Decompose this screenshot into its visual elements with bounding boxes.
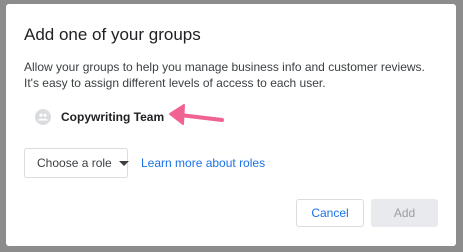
group-name: Copywriting Team [61, 110, 165, 124]
dialog-description: Allow your groups to help you manage bus… [24, 60, 425, 90]
cancel-button[interactable]: Cancel [296, 199, 364, 227]
group-selector[interactable]: Copywriting Team [35, 107, 183, 127]
dialog-title: Add one of your groups [24, 25, 201, 44]
caret-down-icon [118, 160, 129, 166]
role-select-label: Choose a role [37, 156, 112, 170]
add-group-dialog: Add one of your groups Allow your groups… [6, 4, 456, 246]
role-select[interactable]: Choose a role [24, 148, 129, 178]
learn-more-roles-link[interactable]: Learn more about roles [141, 156, 265, 170]
add-button[interactable]: Add [371, 199, 438, 227]
group-icon [35, 109, 51, 125]
pointer-arrow-icon [169, 104, 224, 125]
